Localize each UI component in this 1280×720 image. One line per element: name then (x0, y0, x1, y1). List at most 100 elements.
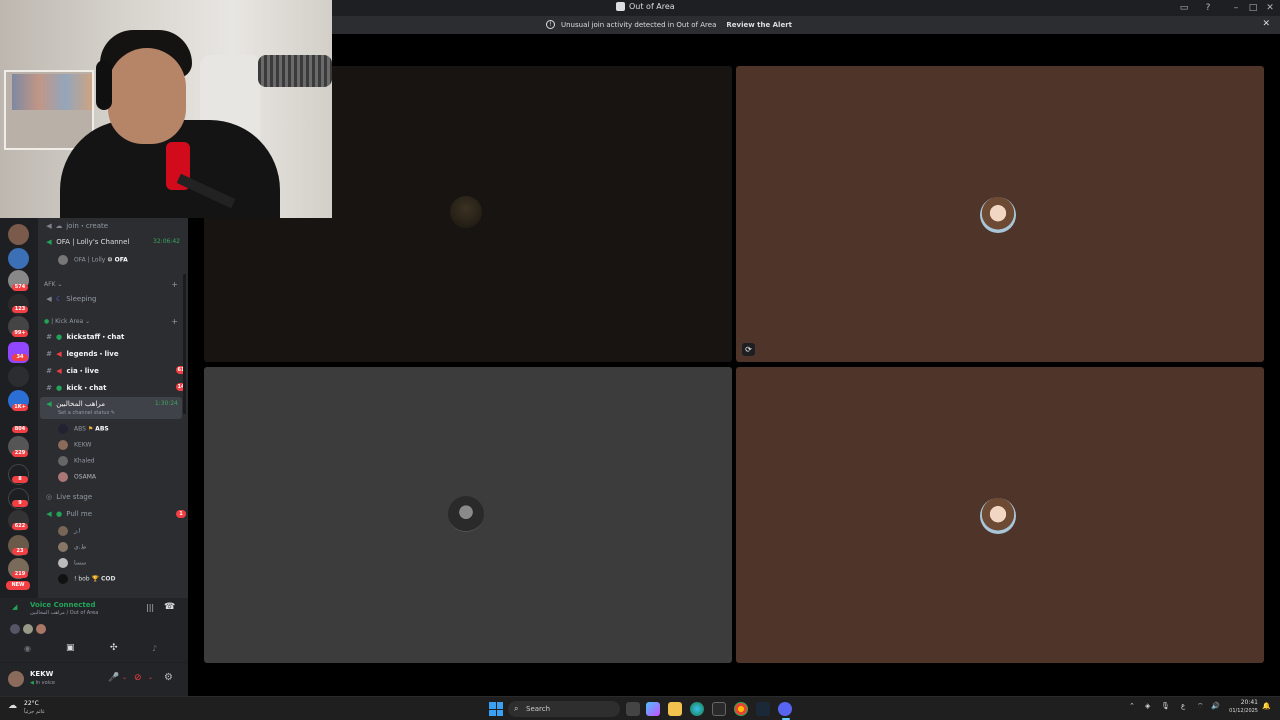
avatar (58, 456, 68, 466)
category-afk[interactable]: AFK ⌄ (44, 281, 62, 288)
chevron-down-icon[interactable]: ⌄ (122, 674, 127, 681)
close-window-icon[interactable]: ✕ (1265, 3, 1275, 13)
avatar (58, 558, 68, 568)
signal-icon[interactable]: ◢ (12, 603, 17, 611)
wifi-icon[interactable]: ⌔ (1197, 702, 1204, 711)
channel-legends[interactable]: # ◀ legends・live (44, 349, 188, 359)
screen-share-button[interactable]: ▣ (66, 643, 75, 653)
activities-icon[interactable]: ✣ (110, 643, 118, 653)
server-icon[interactable] (8, 366, 29, 387)
user-avatar[interactable] (8, 671, 24, 687)
edge-icon[interactable] (690, 702, 704, 716)
add-channel-icon[interactable]: + (171, 317, 178, 326)
channel-pull-me[interactable]: ◀ ● Pull me 1 (44, 510, 188, 518)
avatar (10, 624, 20, 634)
settings-gear-icon[interactable]: ⚙ (164, 672, 173, 683)
scrollbar[interactable] (183, 274, 186, 414)
voice-location: مراهب المخالبين / Out of Area (30, 610, 99, 616)
user-status: ◀ In voice (30, 680, 55, 686)
category-kick[interactable]: ● | Kick Area ⌄ (44, 318, 90, 325)
os-taskbar: ☁ 22°C غائم جزئياً ⌕ Search ⌃ ◈ 🎙 ع ⌔ 🔊 2… (0, 696, 1280, 720)
inbox-icon[interactable]: ▭ (1179, 3, 1189, 13)
channel-ofa[interactable]: ◀ OFA | Lolly's Channel 32:06:42 (44, 238, 188, 246)
server-icon[interactable] (8, 224, 29, 245)
channel-label: kickstaff・chat (66, 333, 125, 341)
channel-cia[interactable]: # ◀ cia・live 61 (44, 366, 188, 376)
channel-kick-chat[interactable]: # ● kick・chat 14 (44, 383, 188, 393)
network-icon[interactable]: ◈ (1145, 702, 1150, 710)
voice-member[interactable]: ا.ز ⁄ (58, 526, 188, 536)
channel-kickstaff[interactable]: # ● kickstaff・chat (44, 332, 188, 342)
speaker-icon: ◀ (46, 510, 52, 518)
video-tile-gray[interactable] (204, 367, 732, 663)
start-button[interactable] (489, 702, 503, 716)
channel-label: join・create (66, 222, 109, 230)
disconnect-icon[interactable]: ☎ (164, 602, 175, 612)
file-explorer-icon[interactable] (668, 702, 682, 716)
chevron-down-icon[interactable]: ⌄ (148, 674, 153, 681)
megaphone-icon: ◀ (56, 367, 62, 375)
chevron-up-icon[interactable]: ⌃ (1129, 702, 1135, 710)
microphone-icon[interactable]: 🎙 (1161, 702, 1170, 710)
voice-member[interactable]: OFA | Lolly ⚙ OFA (58, 255, 188, 265)
review-alert-button[interactable]: Review the Alert (726, 21, 792, 29)
user-status-text: In voice (35, 680, 55, 686)
minimize-icon[interactable]: – (1231, 3, 1241, 13)
channel-live-stage[interactable]: ◎ Live stage (44, 493, 188, 501)
voice-status[interactable]: Voice Connected (30, 601, 96, 609)
sleep-icon: ☾ (55, 295, 63, 303)
channel-join-create[interactable]: ◀ ☁ join・create (44, 221, 188, 231)
kick-icon: ● (55, 510, 63, 518)
speaker-icon: ◀ (46, 295, 52, 303)
search-icon: ⌕ (514, 704, 519, 713)
voice-connected-panel: ◢ Voice Connected مراهب المخالبين / Out … (0, 598, 188, 662)
noise-suppression-icon[interactable]: ||| (146, 603, 154, 612)
server-icon[interactable] (8, 248, 29, 269)
voice-member[interactable]: سسا ⁄ (58, 558, 188, 568)
taskbar-search[interactable]: ⌕ Search (508, 701, 620, 717)
discord-icon[interactable] (778, 702, 792, 716)
channel-status[interactable]: Set a channel status (58, 410, 109, 416)
maximize-icon[interactable]: □ (1248, 3, 1258, 13)
task-view-icon[interactable] (626, 702, 640, 716)
notification-icon[interactable]: 🔔 (1262, 702, 1271, 710)
voice-member[interactable]: OSAMA (58, 472, 188, 482)
soundboard-icon[interactable]: ♪ (152, 644, 157, 653)
video-tile-brown-1[interactable]: ⟳ (736, 66, 1264, 362)
weather-temp[interactable]: 22°C (24, 700, 39, 707)
channel-label: Sleeping (66, 295, 97, 303)
deafen-icon[interactable]: ⊘ (134, 673, 142, 683)
clock-date[interactable]: 01/12/2025 (1226, 708, 1258, 714)
chrome-icon[interactable] (734, 702, 748, 716)
avatar (58, 574, 68, 584)
voice-member[interactable]: ! bob 🏆 COD ⁄ (58, 574, 188, 584)
member-name: ط.ي (74, 543, 87, 551)
volume-icon[interactable]: 🔊 (1211, 702, 1220, 710)
camera-icon[interactable]: ◉ (24, 644, 31, 653)
screen-share-icon[interactable]: ⟳ (742, 343, 755, 356)
voice-member[interactable]: KEKW ⊘ ⊘ (58, 440, 188, 450)
voice-member[interactable]: Khaled (58, 456, 188, 466)
help-icon[interactable]: ? (1203, 3, 1213, 13)
channel-timer: 1:30:24 (154, 400, 178, 407)
weather-icon[interactable]: ☁ (8, 701, 17, 711)
clock-time[interactable]: 20:41 (1228, 699, 1258, 706)
kick-icon: ● (55, 333, 63, 341)
stage-icon: ◎ (45, 493, 53, 501)
steam-icon[interactable] (756, 702, 770, 716)
video-tile-brown-2[interactable] (736, 367, 1264, 663)
channel-label: OFA | Lolly's Channel (56, 238, 130, 246)
channel-icon: ☁ (55, 222, 63, 230)
voice-member[interactable]: ABS ⚑ ABS (58, 424, 188, 434)
store-icon[interactable] (712, 702, 726, 716)
language-indicator[interactable]: ع (1181, 702, 1185, 710)
username[interactable]: KEKW (30, 670, 53, 678)
active-voice-channel[interactable]: ◀ مراهب المخالبين 1:30:24 Set a channel … (40, 397, 182, 419)
speaker-icon: ◀ (46, 238, 52, 246)
voice-member[interactable]: ط.ي ⁄ (58, 542, 188, 552)
copilot-icon[interactable] (646, 702, 660, 716)
mute-icon[interactable]: 🎤 (108, 673, 119, 683)
add-channel-icon[interactable]: + (171, 280, 178, 289)
close-alert-icon[interactable]: ✕ (1262, 19, 1270, 29)
channel-sleeping[interactable]: ◀ ☾ Sleeping (44, 295, 188, 303)
